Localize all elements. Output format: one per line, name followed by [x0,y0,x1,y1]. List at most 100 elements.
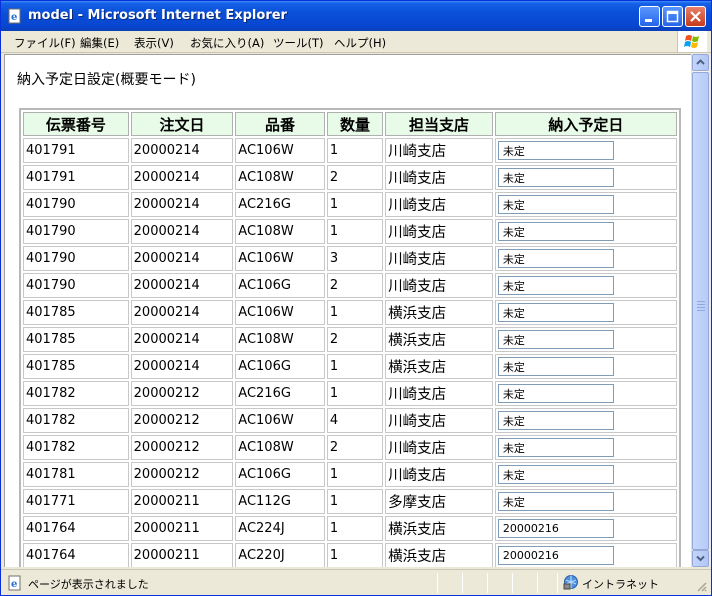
table-row: 401791 20000214 AC106W 1 川崎支店 [23,138,677,163]
cell-order-date: 20000212 [130,381,234,406]
delivery-date-input[interactable] [497,492,614,511]
delivery-date-input[interactable] [497,330,614,349]
page-viewport[interactable]: 納入予定日設定(概要モード) 伝票番号 注文日 品番 数量 担当支店 納入予定日 [4,54,691,567]
header-delivery-date: 納入予定日 [494,112,677,136]
menu-file[interactable]: ファイル(F) [14,35,76,51]
menu-favorites[interactable]: お気に入り(A) [190,35,264,51]
cell-quantity: 1 [326,138,384,163]
cell-quantity: 1 [326,300,384,325]
cell-quantity: 2 [326,327,384,352]
menu-edit[interactable]: 編集(E) [80,35,119,51]
close-icon [690,11,701,22]
menu-view[interactable]: 表示(V) [134,35,174,51]
vertical-scrollbar[interactable] [691,54,709,567]
status-divider [557,573,558,593]
cell-part-number: AC216G [235,381,325,406]
delivery-date-input[interactable] [497,411,614,430]
header-quantity: 数量 [326,112,384,136]
delivery-date-input[interactable] [497,438,614,457]
menu-help[interactable]: ヘルプ(H) [334,35,386,51]
close-button[interactable] [685,6,706,27]
cell-order-date: 20000212 [130,462,234,487]
cell-order-date: 20000211 [130,543,234,567]
browser-window: e model - Microsoft Internet Explorer ファ… [0,0,712,596]
delivery-date-input[interactable] [497,222,614,241]
table-row: 401791 20000214 AC108W 2 川崎支店 [23,165,677,190]
cell-part-number: AC112G [235,489,325,514]
security-zone-label: イントラネット [582,578,659,591]
delivery-date-input[interactable] [497,546,614,565]
cell-part-number: AC106G [235,354,325,379]
delivery-date-input[interactable] [497,168,614,187]
table-row: 401782 20000212 AC106W 4 川崎支店 [23,408,677,433]
cell-slip-number: 401782 [23,408,129,433]
table-row: 401785 20000214 AC106G 1 横浜支店 [23,354,677,379]
cell-slip-number: 401781 [23,462,129,487]
cell-order-date: 20000212 [130,408,234,433]
scroll-grip-line [697,301,705,302]
delivery-schedule-table: 伝票番号 注文日 品番 数量 担当支店 納入予定日 401791 20000214… [19,108,681,567]
cell-delivery-date [494,516,677,541]
scroll-grip-line [697,304,705,305]
cell-quantity: 1 [326,516,384,541]
maximize-button[interactable] [662,6,683,27]
intranet-globe-icon [563,575,578,590]
cell-part-number: AC106W [235,408,325,433]
cell-order-date: 20000214 [130,354,234,379]
cell-slip-number: 401782 [23,435,129,460]
delivery-date-input[interactable] [497,276,614,295]
table-row: 401764 20000211 AC220J 1 横浜支店 [23,543,677,567]
scroll-up-button[interactable] [692,54,709,71]
scroll-grip-line [697,310,705,311]
ie-page-icon: e [8,575,21,591]
scroll-grip-line [697,307,705,308]
delivery-date-input[interactable] [497,141,614,160]
cell-order-date: 20000214 [130,246,234,271]
table-row: 401782 20000212 AC108W 2 川崎支店 [23,435,677,460]
menu-tools[interactable]: ツール(T) [273,35,324,51]
minimize-button[interactable] [639,6,660,27]
status-divider [537,573,538,593]
delivery-date-input[interactable] [497,195,614,214]
cell-slip-number: 401791 [23,165,129,190]
cell-order-date: 20000211 [130,489,234,514]
cell-quantity: 2 [326,165,384,190]
title-bar[interactable]: e model - Microsoft Internet Explorer [1,1,711,31]
cell-branch: 川崎支店 [385,462,493,487]
cell-order-date: 20000214 [130,300,234,325]
cell-quantity: 1 [326,489,384,514]
cell-branch: 多摩支店 [385,489,493,514]
cell-branch: 横浜支店 [385,543,493,567]
cell-delivery-date [494,435,677,460]
delivery-date-input[interactable] [497,357,614,376]
cell-part-number: AC224J [235,516,325,541]
svg-text:e: e [11,12,17,23]
cell-quantity: 4 [326,408,384,433]
chevron-up-icon [696,59,705,65]
delivery-date-input[interactable] [497,303,614,322]
page-title: 納入予定日設定(概要モード) [17,72,196,88]
cell-slip-number: 401791 [23,138,129,163]
scroll-down-button[interactable] [692,550,709,567]
cell-branch: 川崎支店 [385,381,493,406]
cell-branch: 川崎支店 [385,219,493,244]
cell-part-number: AC106W [235,138,325,163]
delivery-date-input[interactable] [497,519,614,538]
cell-quantity: 1 [326,354,384,379]
status-bar: e ページが表示されました イントラネット [1,569,711,595]
resize-grip-icon[interactable] [695,580,707,592]
cell-part-number: AC108W [235,327,325,352]
delivery-date-input[interactable] [497,249,614,268]
cell-quantity: 1 [326,219,384,244]
cell-delivery-date [494,165,677,190]
cell-quantity: 1 [326,462,384,487]
scroll-thumb[interactable] [692,72,709,550]
cell-slip-number: 401764 [23,516,129,541]
cell-order-date: 20000214 [130,219,234,244]
cell-order-date: 20000214 [130,192,234,217]
cell-branch: 川崎支店 [385,435,493,460]
delivery-date-input[interactable] [497,465,614,484]
delivery-date-input[interactable] [497,384,614,403]
cell-branch: 横浜支店 [385,354,493,379]
cell-branch: 川崎支店 [385,273,493,298]
